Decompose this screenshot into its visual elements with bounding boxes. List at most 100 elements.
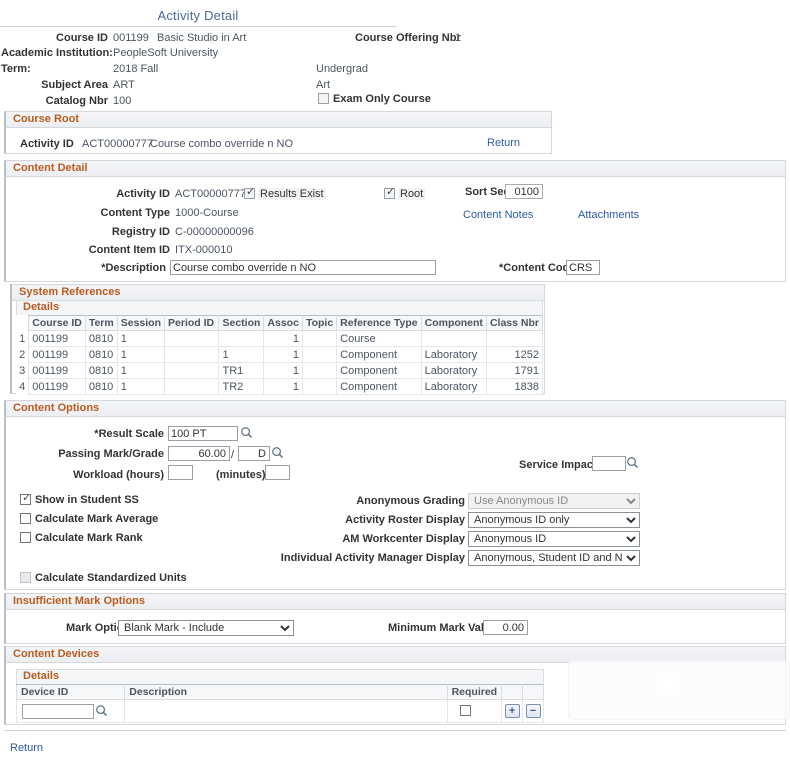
passing-grade-input[interactable] (238, 446, 270, 461)
description-input[interactable] (170, 260, 436, 275)
cell-section: 1 (218, 346, 265, 363)
exam-only-course-checkbox[interactable] (318, 93, 329, 104)
cell-assoc: 1 (263, 346, 303, 363)
course-root-section-header: Course Root (4, 111, 552, 128)
calculate-mark-average-checkbox[interactable] (20, 513, 31, 524)
anonymous-grading-select: Use Anonymous ID (468, 493, 640, 509)
table-header-row: Device ID Description Required (15, 684, 544, 700)
workload-hours-input[interactable] (168, 465, 193, 480)
service-impact-lookup-icon[interactable] (626, 456, 639, 469)
device-id-lookup-icon[interactable] (95, 704, 108, 717)
description-label: *Description (101, 262, 166, 274)
delete-row-button[interactable]: − (525, 704, 541, 718)
individual-activity-manager-display-select[interactable]: Anonymous, Student ID and Name (468, 550, 640, 566)
cell-reference-type: Component (336, 362, 422, 379)
anonymous-grading-label: Anonymous Grading (356, 495, 465, 507)
cell-session: 1 (116, 362, 166, 379)
device-required-cell (446, 699, 503, 723)
passing-grade-lookup-icon[interactable] (271, 446, 284, 459)
cell-term: 0810 (84, 346, 118, 363)
table-row: + − (15, 699, 544, 723)
cell-course-id: 001199 (28, 378, 86, 395)
cell-section (218, 330, 265, 347)
cell-section: TR1 (218, 362, 265, 379)
cell-component: Laboratory (420, 378, 487, 395)
passing-mark-input[interactable] (168, 446, 230, 461)
minimum-mark-value-input[interactable] (483, 620, 528, 635)
col-reference-type[interactable]: Reference Type (336, 315, 422, 331)
registry-id-value: C-00000000096 (175, 226, 254, 238)
sort-seq-input[interactable] (505, 184, 543, 199)
content-devices-details-group: Details (16, 669, 544, 684)
footer-return-link[interactable]: Return (10, 742, 43, 754)
table-row: 1 001199 0810 1 1 Course (16, 330, 544, 347)
show-in-student-ss-label: Show in Student SS (35, 494, 139, 506)
cell-topic (301, 362, 338, 379)
device-required-checkbox[interactable] (459, 705, 471, 716)
add-row-button[interactable]: + (504, 704, 520, 718)
mark-option-select[interactable]: Blank Mark - Include (118, 620, 294, 636)
cell-period-id (164, 346, 220, 363)
insufficient-mark-section-header: Insufficient Mark Options (4, 593, 786, 610)
content-detail-activity-id-value: ACT00000777 (175, 188, 246, 200)
results-exist-checkbox[interactable]: ✓ (244, 187, 255, 199)
device-id-cell (15, 699, 126, 723)
cell-class-nbr (485, 330, 544, 347)
col-add (501, 684, 524, 700)
col-component[interactable]: Component (420, 315, 487, 331)
am-workcenter-display-select[interactable]: Anonymous ID (468, 531, 640, 547)
add-row-cell: + (501, 699, 524, 723)
content-notes-link[interactable]: Content Notes (463, 209, 533, 221)
cell-component (420, 330, 487, 347)
content-detail-activity-id-label: Activity ID (116, 188, 170, 200)
calculate-mark-rank-checkbox[interactable] (20, 532, 31, 543)
workload-minutes-input[interactable] (265, 465, 290, 480)
course-offering-nbr-label: Course Offering Nbr (355, 32, 461, 44)
catalog-nbr-label: Catalog Nbr (45, 95, 108, 107)
col-device-id[interactable]: Device ID (15, 684, 126, 700)
col-period-id[interactable]: Period ID (164, 315, 220, 331)
catalog-nbr-value: 100 (113, 95, 132, 107)
col-delete (522, 684, 544, 700)
cell-reference-type: Component (336, 346, 422, 363)
term-label: Term: (1, 63, 31, 75)
calculate-mark-rank-label: Calculate Mark Rank (35, 532, 143, 544)
table-header-row: Course ID Term Session Period ID Section… (16, 315, 544, 331)
system-references-table-body: 1 001199 0810 1 1 Course 2 001199 0810 1 1 1 Compone… (16, 330, 544, 395)
content-devices-section-title: Content Devices (13, 648, 100, 660)
root-checkbox[interactable]: ✓ (384, 187, 395, 199)
footer-divider (4, 730, 786, 731)
col-description[interactable]: Description (124, 684, 448, 700)
col-assoc[interactable]: Assoc (263, 315, 303, 331)
activity-roster-display-select[interactable]: Anonymous ID only (468, 512, 640, 528)
cell-course-id: 001199 (28, 330, 86, 347)
col-topic[interactable]: Topic (301, 315, 338, 331)
show-in-student-ss-checkbox[interactable]: ✓ (20, 493, 31, 505)
content-devices-table: Device ID Description Required + − (15, 684, 544, 723)
result-scale-input[interactable] (168, 426, 238, 441)
col-term[interactable]: Term (84, 315, 118, 331)
content-code-label: *Content Code (499, 262, 576, 274)
course-id-label: Course ID (56, 32, 108, 44)
col-course-id[interactable]: Course ID (28, 315, 86, 331)
root-label: Root (398, 188, 426, 200)
device-id-input[interactable] (22, 704, 94, 719)
content-item-id-value: ITX-000010 (175, 244, 233, 256)
content-code-input[interactable] (566, 260, 600, 275)
cell-term: 0810 (84, 330, 118, 347)
col-session[interactable]: Session (116, 315, 166, 331)
col-section[interactable]: Section (218, 315, 265, 331)
attachments-link[interactable]: Attachments (578, 209, 639, 221)
ghost-overlay-artifact (568, 660, 790, 720)
col-required[interactable]: Required (446, 684, 503, 700)
result-scale-lookup-icon[interactable] (240, 426, 253, 439)
activity-detail-page: Activity Detail Course ID 001199 Basic S… (0, 0, 790, 761)
calculate-standardized-units-checkbox (20, 572, 31, 583)
passing-mark-grade-label: Passing Mark/Grade (58, 448, 164, 460)
cell-assoc: 1 (263, 330, 303, 347)
service-impact-input[interactable] (592, 456, 626, 471)
course-root-return-link[interactable]: Return (487, 137, 520, 149)
col-class-nbr[interactable]: Class Nbr (485, 315, 544, 331)
cell-term: 0810 (84, 362, 118, 379)
cell-reference-type: Component (336, 378, 422, 395)
